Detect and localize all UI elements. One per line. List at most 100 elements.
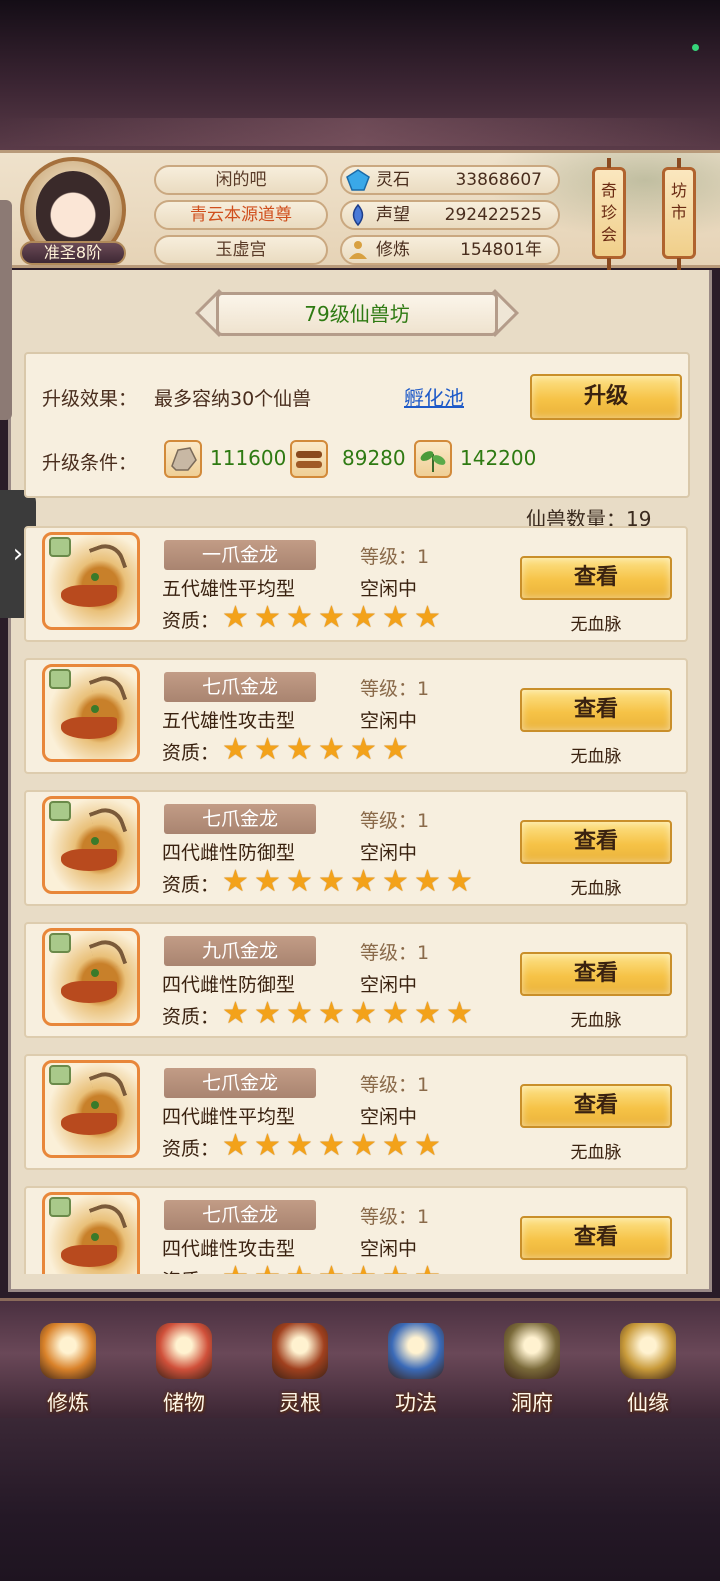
lock-icon xyxy=(49,537,71,557)
star-icon: ★ xyxy=(318,864,345,899)
nav-item-4[interactable]: 洞府 xyxy=(482,1315,582,1419)
lock-icon xyxy=(49,933,71,953)
upgrade-button[interactable]: 升级 xyxy=(530,374,682,420)
quality-label: 资质： xyxy=(162,742,220,764)
beast-name: 七爪金龙 xyxy=(164,1200,316,1230)
beast-name: 七爪金龙 xyxy=(164,672,316,702)
beast-name: 七爪金龙 xyxy=(164,1068,316,1098)
bloodline-status: 无血脉 xyxy=(570,615,622,635)
beast-generation-type: 四代雌性防御型 xyxy=(162,842,296,864)
quality-stars: ★★★★★★★ xyxy=(222,600,446,635)
view-button[interactable]: 查看 xyxy=(520,1084,672,1128)
golden-dragon-portrait-icon[interactable] xyxy=(42,796,140,894)
beast-card[interactable]: 七爪金龙 等级：1 四代雌性防御型 空闲中 资质： ★ ★ ★ ★ ★ ★ ★ ★ 查看 无血… xyxy=(24,790,688,906)
view-button[interactable]: 查看 xyxy=(520,820,672,864)
side-rail xyxy=(0,200,12,420)
quality-stars: ★ ★ ★ ★ ★ ★ ★ ★ xyxy=(222,864,478,899)
star-icon: ★ xyxy=(254,996,281,1031)
beast-name: 一爪金龙 xyxy=(164,540,316,570)
star-icon: ★ xyxy=(254,600,281,635)
golden-dragon-portrait-icon[interactable] xyxy=(42,1192,140,1274)
prestige-flame-icon xyxy=(346,203,370,227)
ore-icon[interactable] xyxy=(164,440,202,478)
beast-level: 等级：1 xyxy=(360,678,430,700)
nav-item-5[interactable]: 仙缘 xyxy=(598,1315,698,1419)
beast-level: 等级：1 xyxy=(360,810,430,832)
market-lantern[interactable]: 坊市 xyxy=(662,158,696,270)
star-icon: ★ xyxy=(414,600,441,635)
golden-dragon-portrait-icon[interactable] xyxy=(42,532,140,630)
nav-label: 储物 xyxy=(163,1391,205,1415)
bloodline-status: 无血脉 xyxy=(520,1270,672,1274)
resource-value: 292422525 xyxy=(444,205,542,225)
beast-card[interactable]: 七爪金龙 等级：1 四代雌性平均型 空闲中 资质： ★ ★ ★ ★ ★ ★ ★ 查看 无血脉 xyxy=(24,1054,688,1170)
resource-value: 33868607 xyxy=(455,170,542,190)
view-button[interactable]: 查看 xyxy=(520,952,672,996)
star-icon: ★ xyxy=(222,600,249,635)
hatch-pool-link[interactable]: 孵化池 xyxy=(404,382,464,411)
star-icon: ★ xyxy=(254,1263,286,1275)
golden-dragon-portrait-icon[interactable] xyxy=(42,1060,140,1158)
lock-icon xyxy=(49,1065,71,1085)
star-icon: ★ xyxy=(382,732,409,767)
golden-dragon-portrait-icon[interactable] xyxy=(42,928,140,1026)
nav-item-0[interactable]: 修炼 xyxy=(18,1315,118,1419)
star-icon: ★ xyxy=(286,1128,313,1163)
star-icon: ★ xyxy=(382,996,409,1031)
chevron-right-icon: › xyxy=(12,539,24,569)
beast-card[interactable]: 七爪金龙 等级：1 五代雄性攻击型 空闲中 资质： ★ ★ ★ ★ ★ ★ 查看 无血脉 xyxy=(24,658,688,774)
beast-status: 空闲中 xyxy=(360,578,418,600)
bottom-nav: 修炼 储物 灵根 功法 洞府 仙缘 xyxy=(0,1298,720,1418)
star-icon: ★ xyxy=(222,732,249,767)
star-icon: ★ xyxy=(318,1263,350,1275)
beast-generation-type: 四代雌性平均型 xyxy=(162,1106,296,1128)
beast-card[interactable]: 七爪金龙 等级：1 四代雌性攻击型 空闲中 资质： ★★★★★★★ 查看 无血脉 xyxy=(24,1186,688,1274)
beast-level: 等级：1 xyxy=(360,942,430,964)
beast-generation-type: 五代雄性攻击型 xyxy=(162,710,296,732)
beast-card[interactable]: 一爪金龙 等级：1 五代雄性平均型 空闲中 资质： ★ ★ ★ ★ ★ ★ ★ 查看 无血脉 xyxy=(24,526,688,642)
view-button[interactable]: 查看 xyxy=(520,1216,672,1260)
beast-status: 空闲中 xyxy=(360,1106,418,1128)
beast-status: 空闲中 xyxy=(360,974,418,996)
beast-card[interactable]: 九爪金龙 等级：1 四代雌性防御型 空闲中 资质： ★ ★ ★ ★ ★ ★ ★ ★ 查看 无血… xyxy=(24,922,688,1038)
quality-label: 资质： xyxy=(162,610,220,632)
view-button[interactable]: 查看 xyxy=(520,556,672,600)
beast-status: 空闲中 xyxy=(360,1238,418,1260)
star-icon: ★ xyxy=(350,1263,382,1275)
bottom-backdrop xyxy=(0,1418,720,1581)
nav-item-3[interactable]: 功法 xyxy=(366,1315,466,1419)
player-title[interactable]: 青云本源道尊 xyxy=(154,200,328,230)
player-sect: 玉虚宫 xyxy=(154,235,328,265)
wood-icon[interactable] xyxy=(290,440,328,478)
nav-item-2[interactable]: 灵根 xyxy=(250,1315,350,1419)
quality-label: 资质： xyxy=(162,1138,220,1160)
beast-list[interactable]: 一爪金龙 等级：1 五代雄性平均型 空闲中 资质： ★ ★ ★ ★ ★ ★ ★ 查看 无血脉… xyxy=(24,526,690,1274)
star-icon: ★ xyxy=(414,1128,441,1163)
bloodline-status: 无血脉 xyxy=(570,879,622,899)
nav-label: 洞府 xyxy=(511,1391,553,1415)
treasure-fair-lantern[interactable]: 奇珍会 xyxy=(592,158,626,270)
resource-label: 声望 xyxy=(376,205,410,225)
quality-stars: ★★★★★★★ xyxy=(222,1128,446,1163)
star-icon: ★ xyxy=(318,996,345,1031)
beast-generation-type: 四代雌性防御型 xyxy=(162,974,296,996)
golden-dragon-portrait-icon[interactable] xyxy=(42,664,140,762)
star-icon: ★ xyxy=(414,864,441,899)
star-icon: ★ xyxy=(254,732,281,767)
bloodline-status: 无血脉 xyxy=(570,1011,622,1031)
cultivate-icon xyxy=(40,1323,96,1379)
upgrade-condition-label: 升级条件： xyxy=(42,452,138,474)
storage-bag-icon xyxy=(156,1323,212,1379)
herb-icon[interactable] xyxy=(414,440,452,478)
wood-amount: 89280 xyxy=(342,446,406,470)
player-header: 准圣8阶 闲的吧 青云本源道尊 玉虚宫 灵石 33868607 声望 29242… xyxy=(0,150,720,270)
avatar-portrait-icon xyxy=(36,171,110,251)
nav-item-1[interactable]: 储物 xyxy=(134,1315,234,1419)
nav-label: 仙缘 xyxy=(627,1391,669,1415)
status-indicator-dot xyxy=(692,44,699,51)
nav-label: 功法 xyxy=(395,1391,437,1415)
view-button[interactable]: 查看 xyxy=(520,688,672,732)
star-icon: ★ xyxy=(414,996,441,1031)
beast-name: 七爪金龙 xyxy=(164,804,316,834)
star-icon: ★ xyxy=(318,1128,345,1163)
